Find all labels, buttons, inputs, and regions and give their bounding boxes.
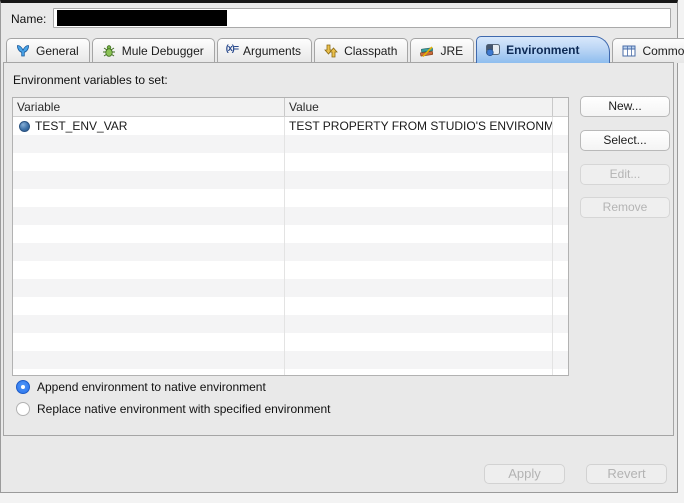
table-row-empty[interactable] — [13, 225, 568, 243]
run-configuration-dialog: Name: General — [0, 0, 678, 493]
tab-common[interactable]: Common — [612, 38, 684, 63]
append-environment-radio[interactable]: Append environment to native environment — [16, 380, 266, 394]
table-row-empty[interactable] — [13, 315, 568, 333]
revert-button[interactable]: Revert — [586, 464, 667, 484]
tab-classpath[interactable]: Classpath — [314, 38, 408, 63]
name-label: Name: — [11, 12, 46, 26]
redacted-name-value — [57, 10, 227, 26]
table-row-empty[interactable] — [13, 135, 568, 153]
table-row-empty[interactable] — [13, 351, 568, 369]
table-row-empty[interactable] — [13, 153, 568, 171]
bug-icon — [101, 43, 117, 59]
tab-jre[interactable]: JRE — [410, 38, 474, 63]
tab-label: Arguments — [243, 44, 301, 58]
apply-button[interactable]: Apply — [484, 464, 565, 484]
tab-arguments[interactable]: (x)= Arguments — [217, 38, 312, 63]
table-row-empty[interactable] — [13, 297, 568, 315]
table-row-empty[interactable] — [13, 243, 568, 261]
column-header-value[interactable]: Value — [285, 98, 553, 116]
remove-button[interactable]: Remove — [580, 197, 670, 218]
tab-label: General — [36, 44, 79, 58]
radio-selected-icon — [16, 380, 30, 394]
column-header-filler — [553, 98, 568, 116]
new-button[interactable]: New... — [580, 96, 670, 117]
radio-unselected-icon — [16, 402, 30, 416]
column-header-variable[interactable]: Variable — [13, 98, 285, 116]
variable-cell: TEST_ENV_VAR — [35, 117, 127, 135]
table-row-empty[interactable] — [13, 279, 568, 297]
tab-general[interactable]: General — [6, 38, 90, 63]
classpath-icon — [323, 43, 339, 59]
table-row-empty[interactable] — [13, 207, 568, 225]
table-header-row: Variable Value — [13, 98, 568, 117]
mule-general-icon — [15, 43, 31, 59]
tab-bar: General Mule Debugger (x)= Arguments — [6, 36, 684, 63]
radio-label: Replace native environment with specifie… — [37, 402, 331, 416]
tab-mule-debugger[interactable]: Mule Debugger — [92, 38, 215, 63]
section-label: Environment variables to set: — [13, 73, 168, 87]
table-row-empty[interactable] — [13, 369, 568, 376]
arguments-icon: (x)= — [226, 43, 238, 59]
table-icon — [621, 43, 637, 59]
tab-label: Classpath — [344, 44, 397, 58]
table-row-empty[interactable] — [13, 261, 568, 279]
table-row-empty[interactable] — [13, 171, 568, 189]
table-row-empty[interactable] — [13, 189, 568, 207]
environment-icon — [485, 42, 501, 58]
environment-tab-panel: Environment variables to set: Variable V… — [3, 62, 674, 436]
blue-sphere-icon — [19, 121, 30, 132]
select-button[interactable]: Select... — [580, 130, 670, 151]
table-row[interactable]: TEST_ENV_VAR TEST PROPERTY FROM STUDIO'S… — [13, 117, 568, 135]
tab-label: JRE — [440, 44, 463, 58]
edit-button[interactable]: Edit... — [580, 164, 670, 185]
replace-environment-radio[interactable]: Replace native environment with specifie… — [16, 402, 331, 416]
tab-label: Common — [642, 44, 684, 58]
tab-environment[interactable]: Environment — [476, 36, 610, 63]
table-body: TEST_ENV_VAR TEST PROPERTY FROM STUDIO'S… — [13, 117, 568, 376]
radio-label: Append environment to native environment — [37, 380, 266, 394]
library-icon — [419, 43, 435, 59]
environment-variables-table: Variable Value TEST_ENV_VAR TEST PROPERT… — [12, 97, 569, 376]
tab-label: Environment — [506, 43, 579, 57]
value-cell: TEST PROPERTY FROM STUDIO'S ENVIRONM... — [285, 117, 553, 135]
tab-label: Mule Debugger — [122, 44, 204, 58]
row-filler — [553, 117, 568, 135]
table-row-empty[interactable] — [13, 333, 568, 351]
